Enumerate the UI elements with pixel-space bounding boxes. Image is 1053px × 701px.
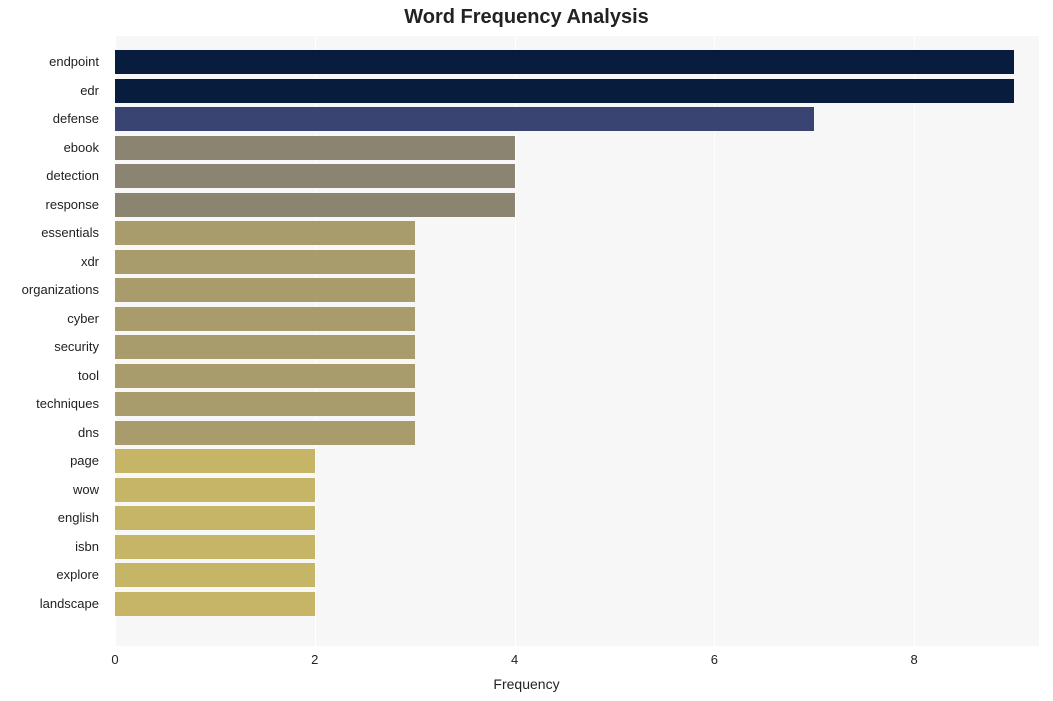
y-label: essentials xyxy=(0,221,105,245)
x-ticks: 02468 xyxy=(115,652,1039,670)
y-label: tool xyxy=(0,364,105,388)
y-label: techniques xyxy=(0,392,105,416)
y-label: xdr xyxy=(0,250,105,274)
bar-tool xyxy=(115,364,415,388)
chart-title: Word Frequency Analysis xyxy=(0,6,1053,29)
x-tick-label: 6 xyxy=(711,652,718,667)
x-tick-label: 8 xyxy=(911,652,918,667)
bar-detection xyxy=(115,164,515,188)
bar-techniques xyxy=(115,392,415,416)
chart-container: Word Frequency Analysis 02468 Frequency … xyxy=(0,0,1053,701)
bar-endpoint xyxy=(115,50,1014,74)
y-label: dns xyxy=(0,421,105,445)
x-tick-label: 2 xyxy=(311,652,318,667)
bar-edr xyxy=(115,79,1014,103)
x-axis-label: Frequency xyxy=(0,676,1053,692)
bar-isbn xyxy=(115,535,315,559)
y-label: isbn xyxy=(0,535,105,559)
bar-response xyxy=(115,193,515,217)
bar-explore xyxy=(115,563,315,587)
x-tick-label: 0 xyxy=(111,652,118,667)
plot-area xyxy=(115,36,1039,646)
bar-english xyxy=(115,506,315,530)
bar-wow xyxy=(115,478,315,502)
y-label: page xyxy=(0,449,105,473)
bar-dns xyxy=(115,421,415,445)
y-label: edr xyxy=(0,79,105,103)
y-label: english xyxy=(0,506,105,530)
y-label: organizations xyxy=(0,278,105,302)
y-label: wow xyxy=(0,478,105,502)
bar-defense xyxy=(115,107,814,131)
bar-cyber xyxy=(115,307,415,331)
bar-security xyxy=(115,335,415,359)
y-label: security xyxy=(0,335,105,359)
bars-layer xyxy=(115,36,1039,646)
y-label: landscape xyxy=(0,592,105,616)
y-label: cyber xyxy=(0,307,105,331)
bar-essentials xyxy=(115,221,415,245)
y-label: explore xyxy=(0,563,105,587)
x-tick-label: 4 xyxy=(511,652,518,667)
y-label: ebook xyxy=(0,136,105,160)
bar-page xyxy=(115,449,315,473)
y-label: endpoint xyxy=(0,50,105,74)
bar-ebook xyxy=(115,136,515,160)
y-label: response xyxy=(0,193,105,217)
y-label: defense xyxy=(0,107,105,131)
bar-landscape xyxy=(115,592,315,616)
bar-organizations xyxy=(115,278,415,302)
bar-xdr xyxy=(115,250,415,274)
y-label: detection xyxy=(0,164,105,188)
